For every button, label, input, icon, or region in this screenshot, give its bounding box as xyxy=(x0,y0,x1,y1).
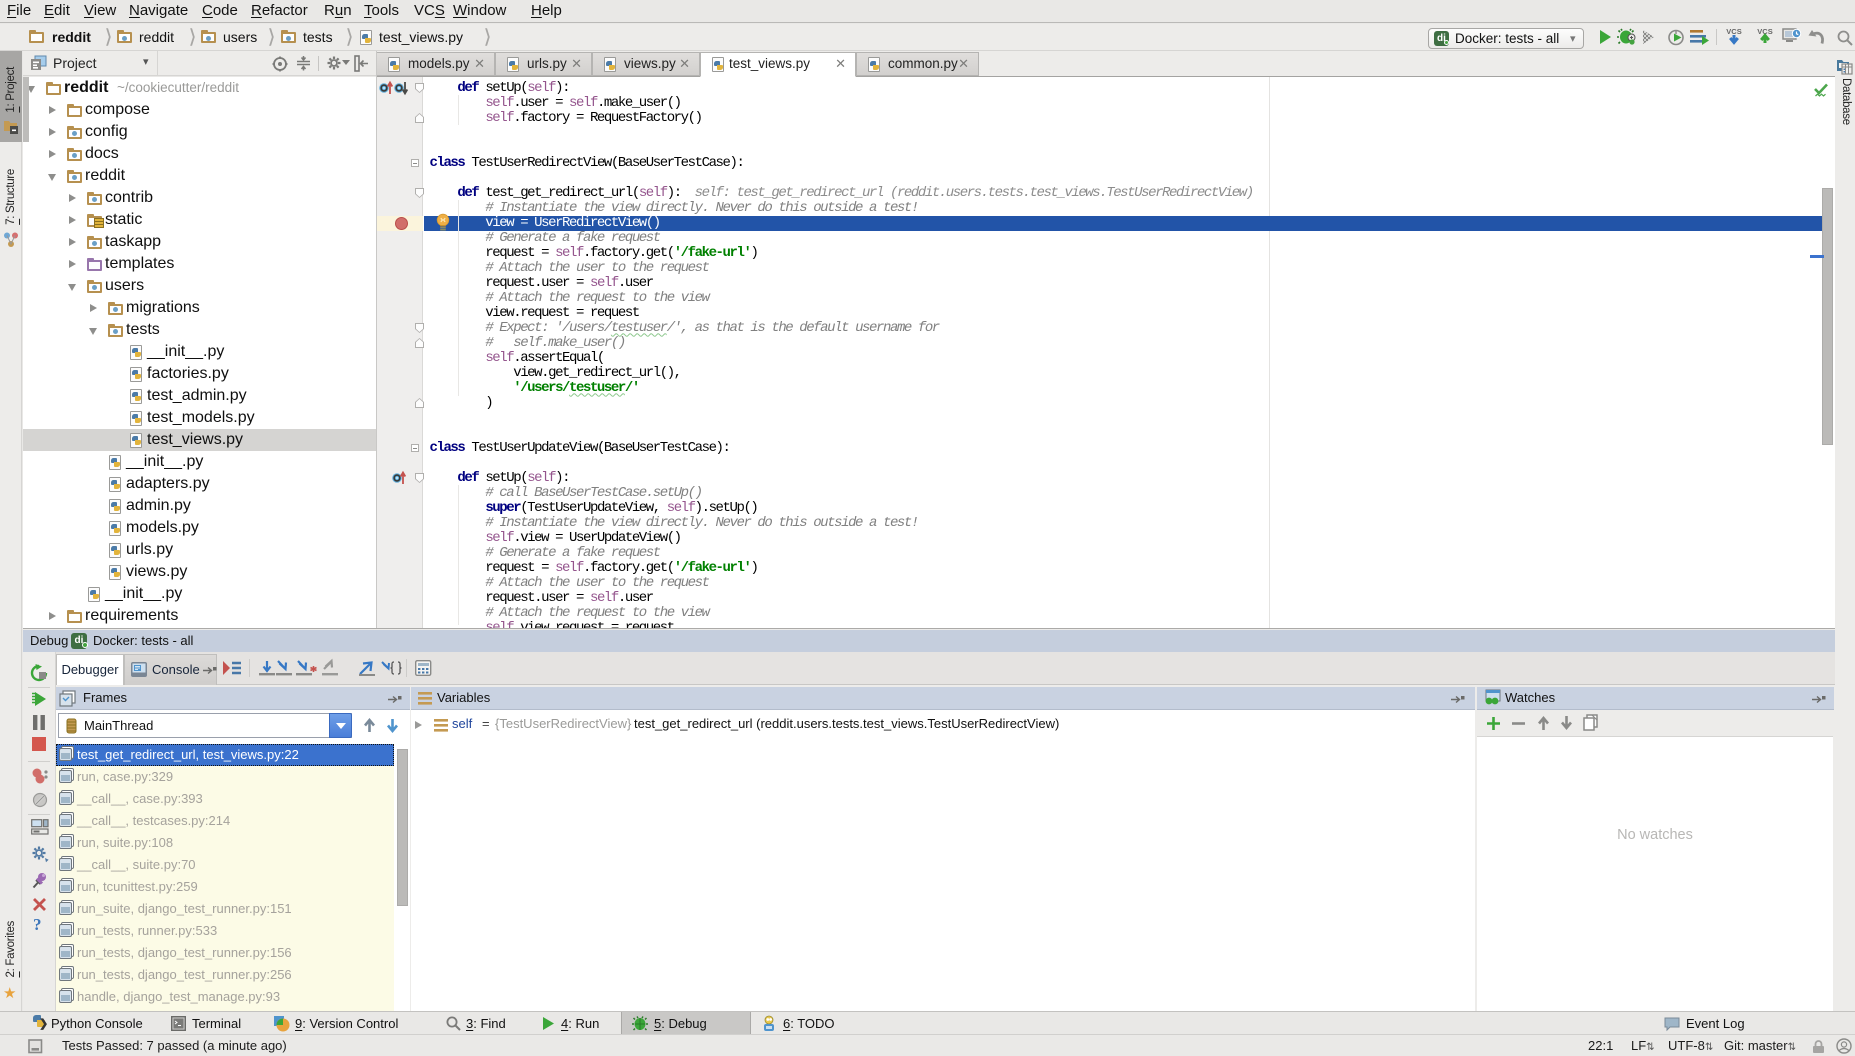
svg-text:VCS: VCS xyxy=(1726,27,1741,36)
